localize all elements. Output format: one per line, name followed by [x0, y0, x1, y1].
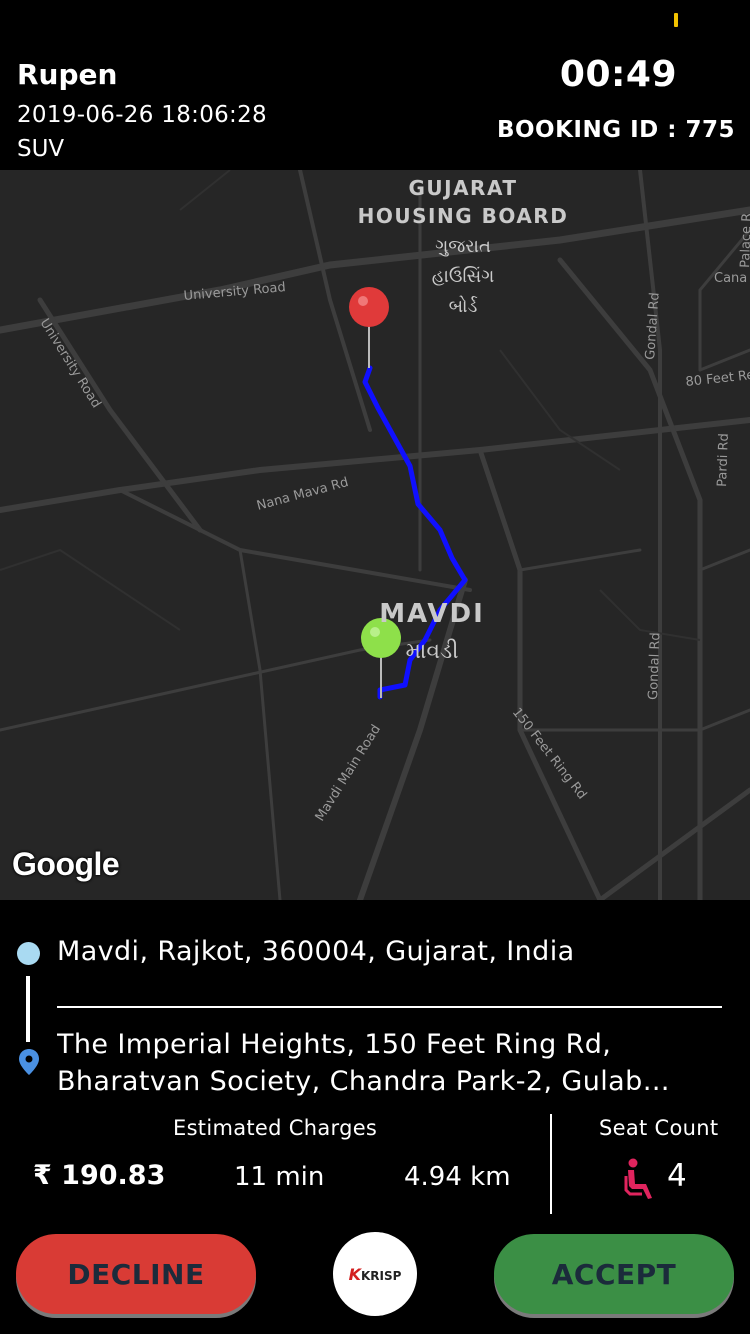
drop-address: The Imperial Heights, 150 Feet Ring Rd, … [57, 1026, 727, 1100]
pickup-address: Mavdi, Rajkot, 360004, Gujarat, India [57, 936, 575, 967]
map-area-label-local: ગુજરાત [435, 236, 491, 257]
rider-name: Rupen [17, 58, 118, 91]
summary-divider [550, 1114, 552, 1214]
seat-icon [624, 1158, 652, 1199]
map-road-label: University Road [37, 316, 104, 411]
estimated-charges-label: Estimated Charges [173, 1116, 378, 1140]
map-road-label: Cana [714, 271, 747, 286]
map-road-label: Pardi Rd [715, 433, 732, 487]
map-road-label: Mavdi Main Road [313, 722, 384, 824]
route-connector-line [26, 976, 30, 1042]
drop-location-pin-icon [19, 1049, 39, 1075]
krisp-logo: KKRISP [333, 1232, 417, 1316]
countdown-timer: 00:49 [559, 54, 677, 95]
map-road-label: 80 Feet Re [685, 368, 750, 390]
request-datetime: 2019-06-26 18:06:28 [17, 102, 267, 128]
route-map[interactable]: GUJARAT HOUSING BOARD ગુજરાત હાઉસિંગ બોર… [0, 170, 750, 900]
map-area-label-local: માવડી [406, 639, 459, 664]
map-road-label: University Road [183, 280, 286, 304]
vehicle-type: SUV [17, 136, 65, 162]
map-area-label: MAVDI [379, 599, 485, 629]
map-area-label: HOUSING BOARD [358, 204, 569, 228]
google-attribution-logo: Google [12, 846, 120, 882]
address-divider [57, 1006, 722, 1008]
seat-count-label: Seat Count [599, 1116, 719, 1140]
map-area-label-local: બોર્ડ [449, 296, 478, 317]
logo-wordmark: KRISP [360, 1268, 402, 1283]
seat-count-value: 4 [667, 1158, 687, 1194]
accept-button[interactable]: ACCEPT [494, 1234, 734, 1314]
drop-address-line: The Imperial Heights, 150 Feet Ring Rd, [57, 1029, 612, 1060]
drop-address-line: Bharatvan Society, Chandra Park-2, Gulab… [57, 1066, 671, 1097]
destination-map-pin [349, 287, 389, 368]
trip-summary: Estimated Charges ₹ 190.83 11 min 4.94 k… [0, 1110, 750, 1220]
map-road-label: Palace R [738, 213, 750, 269]
logo-k-mark: K [348, 1264, 361, 1284]
map-area-label: GUJARAT [408, 176, 517, 200]
trip-distance: 4.94 km [404, 1162, 511, 1192]
map-canvas: GUJARAT HOUSING BOARD ગુજરાત હાઉસિંગ બોર… [0, 170, 750, 900]
map-area-label-local: હાઉસિંગ [432, 266, 495, 287]
pickup-dot-icon [17, 942, 40, 965]
booking-id: BOOKING ID : 775 [496, 117, 735, 143]
fare-amount: ₹ 190.83 [33, 1160, 166, 1191]
logo-text: KKRISP [349, 1265, 402, 1284]
trip-duration: 11 min [234, 1162, 325, 1192]
decline-button[interactable]: DECLINE [16, 1234, 256, 1314]
booking-header: Rupen 2019-06-26 18:06:28 SUV 00:49 BOOK… [0, 0, 750, 170]
map-road-label: Gondal Rd [646, 632, 663, 700]
map-road-label: Nana Mava Rd [255, 475, 350, 514]
